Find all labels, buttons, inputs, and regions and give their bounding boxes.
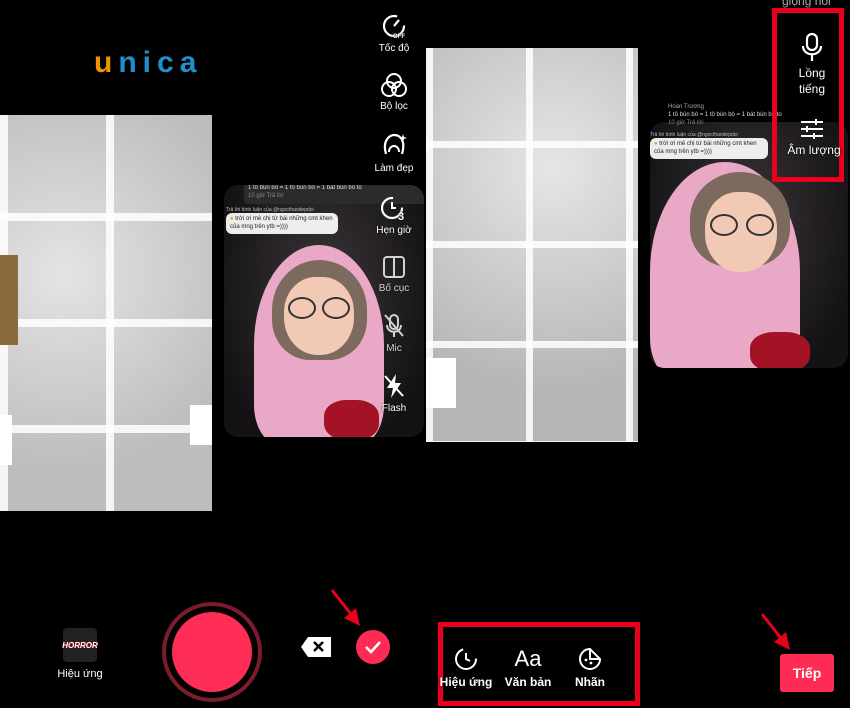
filter-icon (381, 73, 407, 97)
flash-off-icon (384, 374, 404, 398)
top-partial-text: giọng nói (782, 0, 831, 8)
light-fixture (190, 405, 212, 445)
logo-letter: u (94, 46, 119, 79)
tool-label: Bộ lọc (380, 101, 408, 112)
tool-filter[interactable]: Bộ lọc (364, 72, 424, 112)
tool-label: Âm lượng (787, 143, 841, 157)
tool-label: Hẹn giờ (376, 225, 412, 236)
tool-sticker[interactable]: Nhãn (560, 646, 620, 689)
timer-icon: 3 (380, 196, 404, 222)
pointer-arrow-icon (330, 589, 360, 626)
tool-mic[interactable]: Mic (364, 312, 424, 354)
reply-box-right: Trả lời bình luận của @ngocthaodepdoi ● … (650, 132, 768, 159)
record-button[interactable] (172, 612, 252, 692)
tool-label: Nhãn (575, 675, 605, 689)
confirm-button[interactable] (356, 630, 390, 664)
glasses-left (710, 214, 738, 236)
tool-layout[interactable]: Bố cục (364, 254, 424, 294)
speed-badge: OFF (393, 34, 405, 40)
tool-flash[interactable]: Flash (364, 372, 424, 414)
tool-effects[interactable]: Hiệu ứng (436, 646, 496, 689)
glasses-left (288, 297, 316, 319)
tool-label: Hiệu ứng (439, 675, 493, 689)
light-fixture (0, 415, 12, 465)
text-icon: Aa (514, 646, 542, 671)
beauty-icon (383, 133, 407, 155)
effects-thumbnail: HORROR (62, 628, 98, 662)
reply-box: Trả lời bình luận của @ngocthaodepdoi ● … (226, 207, 338, 234)
tool-label: Mic (386, 343, 402, 354)
effects-button[interactable]: HORROR Hiệu ứng (50, 628, 110, 680)
check-icon (365, 641, 381, 654)
tool-label: Lồng tiếng (798, 66, 826, 97)
tool-timer[interactable]: 3 Hẹn giờ (364, 194, 424, 236)
reply-text: trời ơi mê chị từ bài những cmt khen của… (654, 141, 757, 155)
logo-letter: a (179, 46, 203, 79)
tool-label: Tốc độ (378, 43, 410, 54)
mic-off-icon (384, 314, 404, 337)
delete-clip-button[interactable] (300, 636, 332, 658)
layout-icon (383, 256, 405, 278)
tool-label: Làm đẹp (374, 163, 414, 174)
reply-comment: ● trời ơi mê chị từ bài những cmt khen c… (226, 213, 338, 234)
logo-letter: i (142, 46, 157, 79)
tool-volume[interactable]: Âm lượng (782, 118, 842, 157)
camera-preview (0, 115, 212, 511)
next-button[interactable]: Tiếp (780, 654, 834, 692)
reply-text: trời ơi mê chị từ bài những cmt khen của… (230, 216, 333, 230)
comment-caption: 1 tô bún bò = 1 tô bún bò = 1 bát bún bò… (248, 185, 362, 191)
tool-beauty[interactable]: Làm đẹp (364, 132, 424, 174)
backspace-icon (301, 637, 331, 657)
tool-text[interactable]: Aa Văn bản (498, 646, 558, 689)
sticker-icon (579, 647, 602, 670)
light-fixture (426, 358, 456, 408)
recorded-preview (426, 48, 638, 442)
effects-thumb-text: HORROR (62, 640, 98, 650)
pointer-arrow-icon (760, 613, 790, 650)
unica-logo: unica (94, 46, 202, 80)
tool-label: Văn bản (504, 675, 552, 689)
red-object (750, 332, 810, 368)
timer-badge: 3 (398, 211, 404, 222)
speed-icon: OFF (382, 14, 405, 40)
effects-label: Hiệu ứng (57, 668, 103, 680)
logo-letter: c (157, 46, 180, 79)
logo-letter: n (118, 46, 143, 79)
glasses-right (322, 297, 350, 319)
tool-label: Flash (381, 403, 407, 414)
tool-voiceover[interactable]: Lồng tiếng (782, 32, 842, 97)
tool-label: Bố cục (378, 283, 410, 294)
sliders-icon (801, 119, 823, 139)
wood-beam (0, 255, 18, 345)
reply-comment: ● trời ơi mê chị từ bài những cmt khen c… (650, 138, 768, 159)
effects-icon (455, 648, 477, 670)
tool-speed[interactable]: OFF Tốc độ (364, 12, 424, 54)
mic-icon (801, 32, 823, 61)
glasses-right (746, 214, 774, 236)
